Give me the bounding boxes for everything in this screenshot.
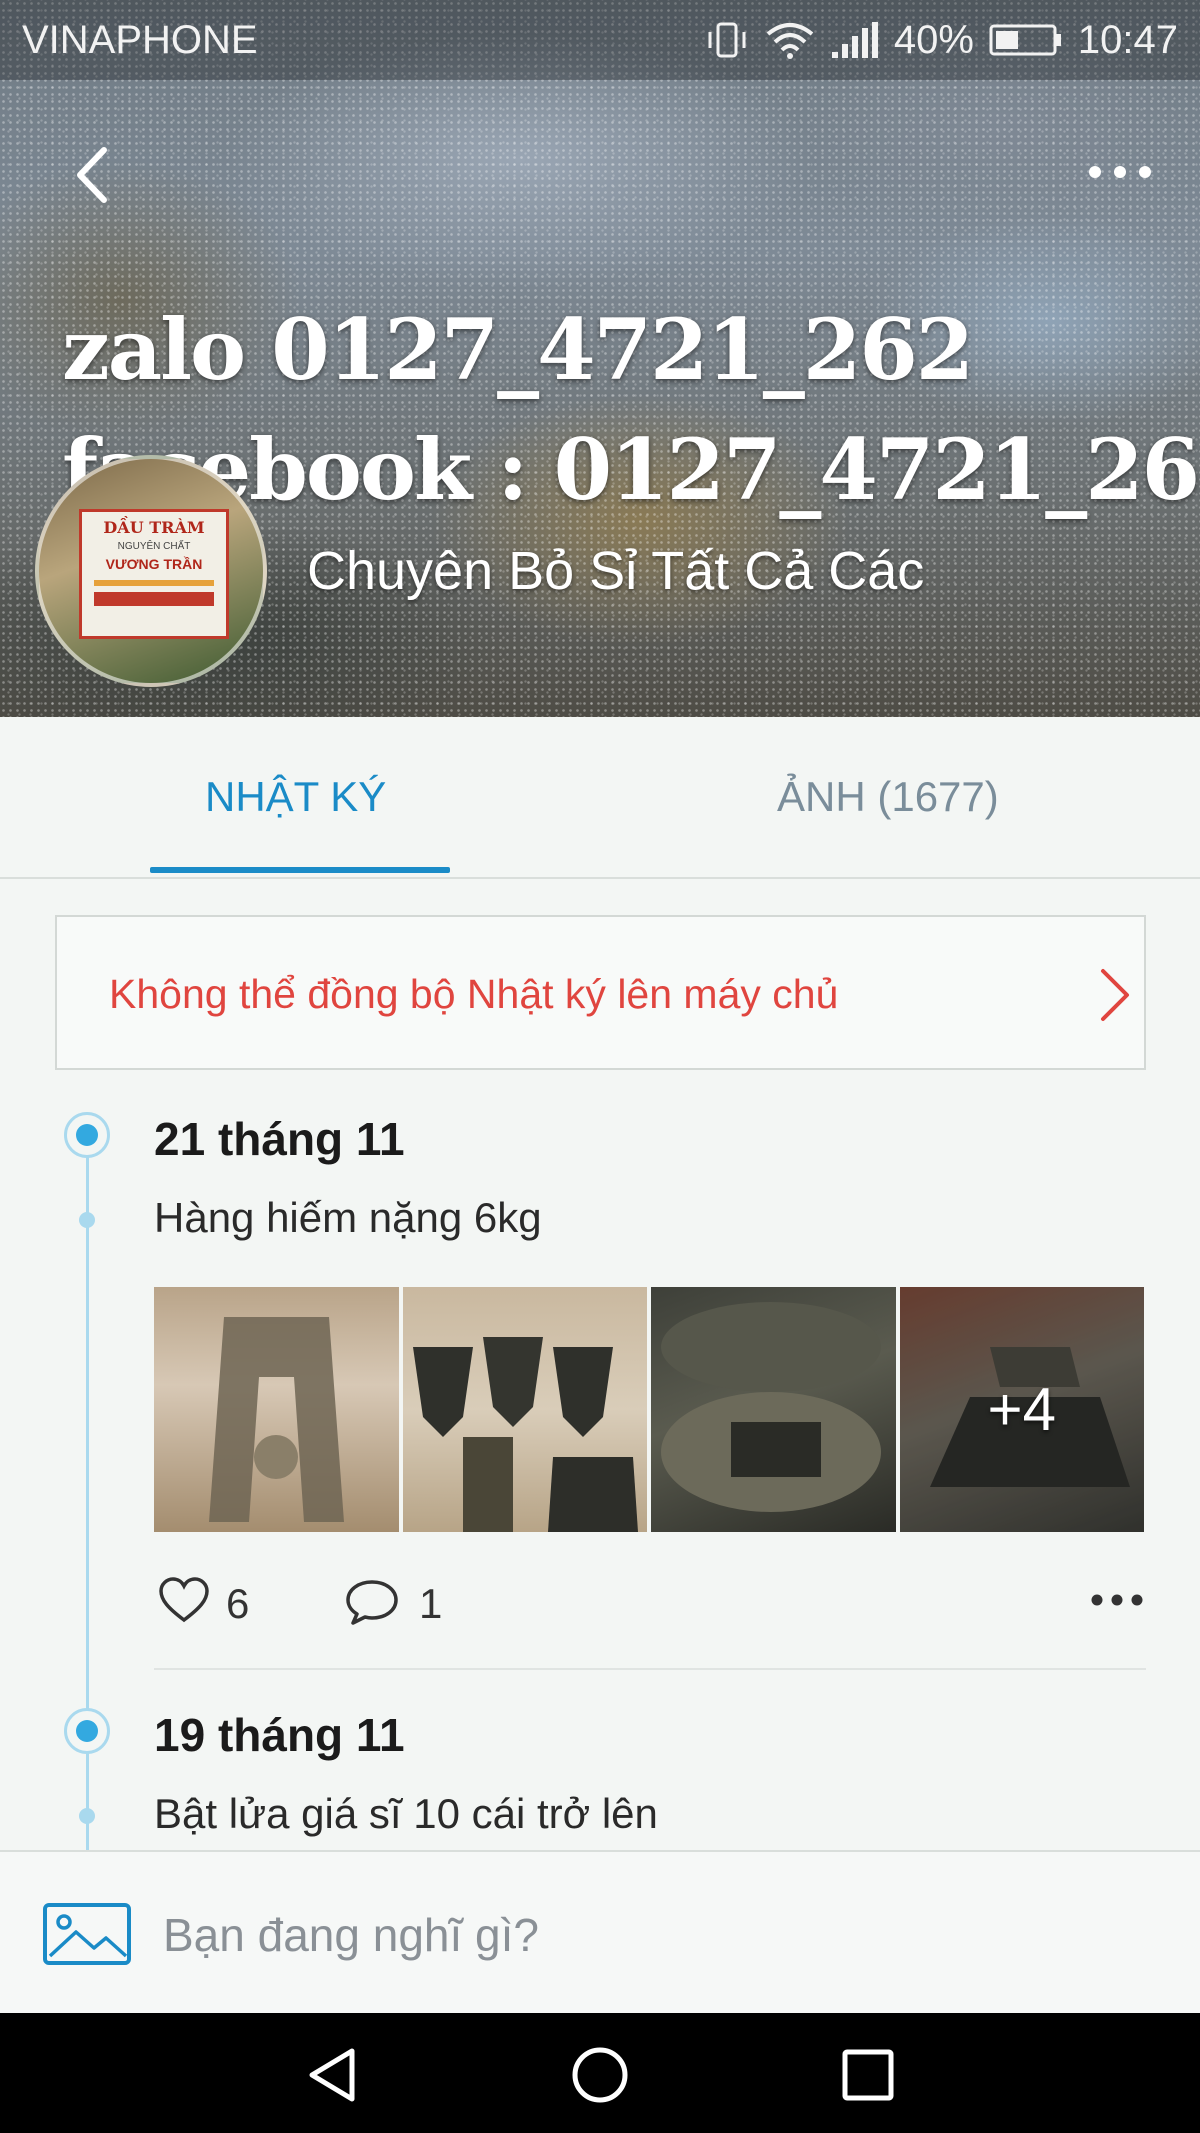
timeline-marker (79, 1212, 95, 1228)
signal-icon (831, 22, 878, 58)
avatar-label-line3: VƯƠNG TRẦN (105, 556, 203, 572)
composer-placeholder: Bạn đang nghĩ gì? (163, 1909, 539, 1961)
profile-tabs: NHẬT KÝ ẢNH (1677) (0, 717, 1200, 879)
timeline-dot (64, 1708, 110, 1754)
more-photos-count: +4 (899, 1287, 1144, 1532)
status-indicators: 40% 10:47 (704, 18, 1178, 63)
nav-home-icon[interactable] (568, 2043, 632, 2107)
nav-recents-icon[interactable] (836, 2043, 900, 2107)
more-options-icon[interactable] (1085, 152, 1155, 192)
tab-diary[interactable]: NHẬT KÝ (205, 773, 386, 821)
comment-count: 1 (419, 1580, 443, 1627)
timeline-marker (79, 1808, 95, 1824)
iron-stand-illustration (209, 1317, 344, 1522)
iron-stand-photo[interactable] (154, 1287, 399, 1532)
post-text: Bật lửa giá sĩ 10 cái trở lên (154, 1790, 658, 1837)
post-photo-grid: +4 (154, 1287, 1144, 1532)
back-arrow-icon[interactable] (62, 140, 122, 210)
iron-dark-photo[interactable]: +4 (899, 1287, 1144, 1532)
post-date: 21 tháng 11 (154, 1113, 405, 1165)
image-icon[interactable] (42, 1902, 132, 1966)
timeline-dot (64, 1112, 110, 1158)
status-composer[interactable]: Bạn đang nghĩ gì? (0, 1850, 1200, 2013)
iron-group-photo[interactable] (402, 1287, 647, 1532)
avatar-label-line2: NGUYÊN CHẤT (117, 541, 191, 552)
heart-icon[interactable] (158, 1576, 210, 1626)
system-nav-bar (0, 2013, 1200, 2133)
post-text: Hàng hiếm nặng 6kg (154, 1194, 542, 1241)
cover-overlay-zalo: zalo 0127_4721_262 (62, 300, 974, 399)
battery-percent: 40% (893, 17, 974, 62)
like-count: 6 (226, 1580, 250, 1627)
iron-underside-photo[interactable] (651, 1287, 896, 1532)
active-tab-indicator (150, 867, 450, 873)
post-more-icon[interactable] (1089, 1592, 1145, 1608)
wifi-icon (766, 23, 814, 59)
battery-icon (989, 24, 1061, 56)
sync-warning-text: Không thể đồng bộ Nhật ký lên máy chủ (109, 971, 839, 1017)
vibrate-icon (708, 22, 746, 58)
chevron-right-icon (1101, 969, 1129, 1021)
iron-underside-illustration (661, 1302, 881, 1512)
clock: 10:47 (1077, 17, 1178, 62)
nav-back-icon[interactable] (300, 2043, 364, 2107)
avatar-label-line1: DẦU TRÀM (103, 518, 205, 537)
profile-bio: Chuyên Bỏ Sỉ Tất Cả Các (307, 541, 925, 601)
post-date: 19 tháng 11 (154, 1709, 405, 1761)
sync-warning-banner[interactable]: Không thể đồng bộ Nhật ký lên máy chủ (55, 915, 1146, 1070)
avatar[interactable]: DẦU TRÀM NGUYÊN CHẤT VƯƠNG TRẦN (35, 455, 267, 687)
avatar-label-stripe (94, 580, 214, 586)
avatar-label-band (94, 592, 214, 606)
iron-group-illustration (412, 1337, 638, 1532)
post-divider (154, 1668, 1146, 1670)
post-actions: 6 1 (154, 1570, 1144, 1640)
comment-icon[interactable] (344, 1578, 400, 1626)
tab-photos[interactable]: ẢNH (1677) (777, 773, 999, 821)
carrier-name: VINAPHONE (22, 17, 258, 62)
profile-cover: VINAPHONE 40% 10:47 zalo 0127_4721_262 f… (0, 0, 1200, 717)
avatar-product-label: DẦU TRÀM NGUYÊN CHẤT VƯƠNG TRẦN (79, 509, 229, 639)
status-bar: VINAPHONE 40% 10:47 (0, 0, 1200, 80)
